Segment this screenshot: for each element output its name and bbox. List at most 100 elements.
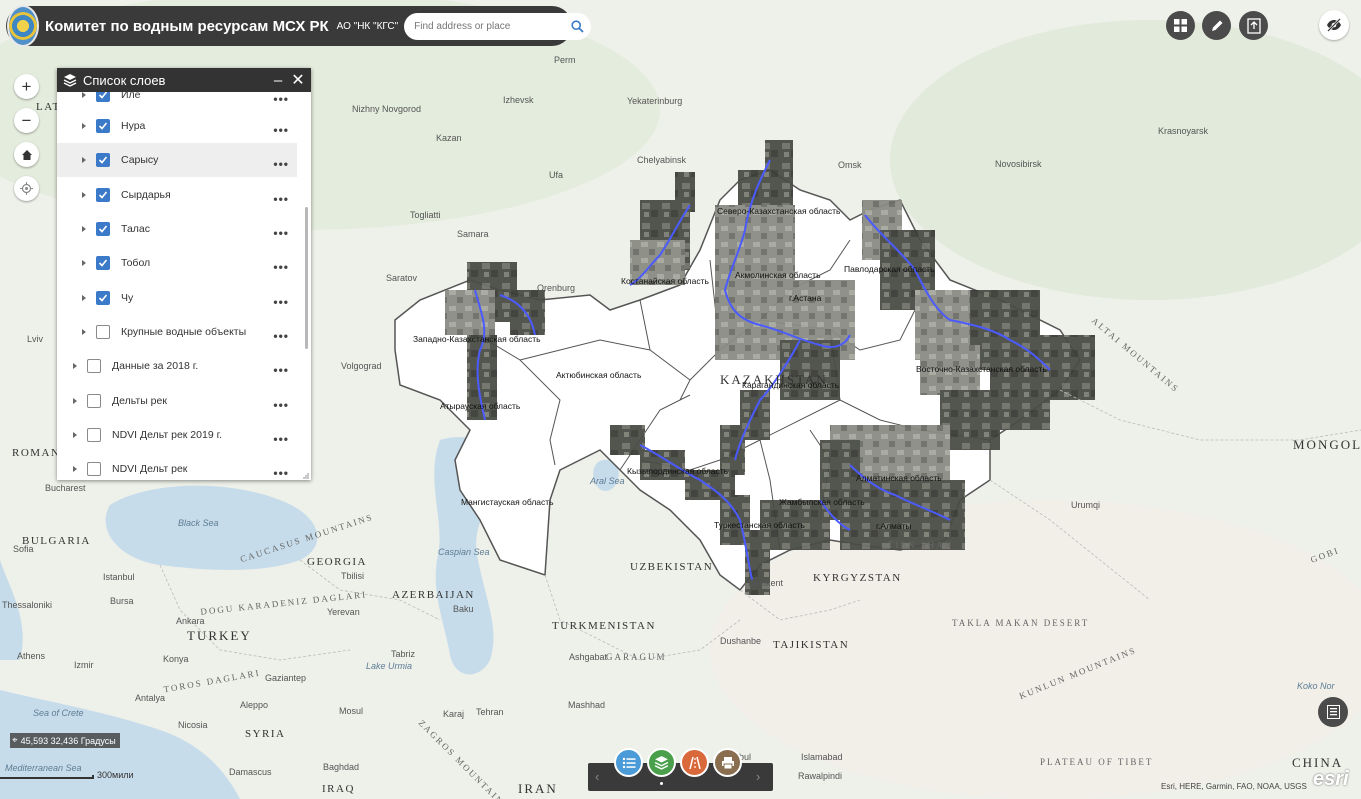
home-button[interactable] [14, 142, 39, 167]
map-label-tehran: Tehran [476, 707, 504, 717]
share-icon [1246, 17, 1261, 34]
minimize-button[interactable]: – [269, 72, 287, 89]
expand-caret-icon[interactable] [82, 295, 86, 301]
map-label-bursa: Bursa [110, 596, 134, 606]
legend-icon [1326, 705, 1340, 719]
layers-tool-button[interactable] [647, 748, 676, 777]
region-label-mangystau: Мангистауская область [461, 497, 554, 507]
expand-caret-icon[interactable] [82, 192, 86, 198]
expand-caret-icon[interactable] [82, 92, 86, 98]
expand-caret-icon[interactable] [82, 157, 86, 163]
layer-list[interactable]: Иле ••• Нура ••• Сарысу ••• Сырдарья ••• Талас ••… [57, 92, 311, 480]
layer-checkbox[interactable] [87, 462, 101, 476]
layer-checkbox[interactable] [96, 153, 110, 167]
draw-button[interactable] [1202, 11, 1231, 40]
layer-options-button[interactable]: ••• [273, 226, 289, 240]
layer-row[interactable]: Чу ••• [57, 281, 297, 315]
visibility-toggle-button[interactable] [1319, 10, 1349, 40]
toolbar-next-button[interactable]: › [756, 769, 760, 784]
print-tool-button[interactable] [713, 748, 742, 777]
map-label-baku: Baku [453, 604, 474, 614]
search-button[interactable] [564, 13, 591, 40]
map-label-saratov: Saratov [386, 273, 418, 283]
layer-options-button[interactable]: ••• [273, 329, 289, 343]
expand-caret-icon[interactable] [73, 398, 77, 404]
region-label-west-kz: Западно-Казахстанская область [413, 334, 541, 344]
coordinate-readout[interactable]: ⌖ 45,593 32,436 Градусы [10, 733, 120, 748]
zoom-out-button[interactable]: − [14, 108, 39, 133]
layer-checkbox[interactable] [96, 92, 110, 102]
map-attribution: Esri, HERE, Garmin, FAO, NOAA, USGS [1161, 782, 1307, 791]
zoom-in-button[interactable]: + [14, 74, 39, 99]
layer-options-button[interactable]: ••• [273, 295, 289, 309]
map-label-tien-shan: TIEN SHAN [888, 540, 954, 550]
layer-checkbox[interactable] [87, 359, 101, 373]
layer-checkbox[interactable] [87, 428, 101, 442]
layer-row[interactable]: Нура ••• [57, 109, 297, 143]
layer-checkbox[interactable] [96, 291, 110, 305]
locate-button[interactable] [14, 176, 39, 201]
layer-row[interactable]: Крупные водные объекты ••• [57, 315, 297, 349]
expand-caret-icon[interactable] [73, 466, 77, 472]
region-label-akmola: Акмолинская область [735, 270, 821, 280]
expand-caret-icon[interactable] [73, 432, 77, 438]
layer-row[interactable]: NDVI Дельт рек ••• [57, 452, 297, 480]
layer-panel-header[interactable]: Список слоев – ✕ [57, 68, 311, 92]
layer-checkbox[interactable] [96, 325, 110, 339]
layer-label: Чу [121, 292, 134, 304]
layer-row[interactable]: Тобол ••• [57, 246, 297, 280]
search-input[interactable] [414, 20, 565, 32]
layer-checkbox[interactable] [96, 222, 110, 236]
layer-options-button[interactable]: ••• [273, 466, 289, 480]
layer-options-button[interactable]: ••• [273, 92, 289, 106]
layer-row[interactable]: Данные за 2018 г. ••• [57, 349, 297, 383]
share-button[interactable] [1239, 11, 1268, 40]
layer-options-button[interactable]: ••• [273, 157, 289, 171]
list-tool-button[interactable] [614, 748, 643, 777]
close-button[interactable]: ✕ [287, 70, 309, 90]
apps-button[interactable] [1166, 11, 1195, 40]
layer-checkbox[interactable] [96, 188, 110, 202]
layer-options-button[interactable]: ••• [273, 123, 289, 137]
layer-checkbox[interactable] [96, 119, 110, 133]
map-label-takla-makan: TAKLA MAKAN DESERT [952, 618, 1090, 628]
expand-caret-icon[interactable] [82, 260, 86, 266]
layer-panel-title: Список слоев [83, 72, 166, 88]
layer-options-button[interactable]: ••• [273, 192, 289, 206]
layer-options-button[interactable]: ••• [273, 398, 289, 412]
layer-row[interactable]: NDVI Дельт рек 2019 г. ••• [57, 418, 297, 452]
layer-options-button[interactable]: ••• [273, 363, 289, 377]
coordinate-text: 45,593 32,436 Градусы [20, 735, 116, 746]
map-label-krasnoyarsk: Krasnoyarsk [1158, 126, 1209, 136]
emblem-icon [9, 12, 37, 40]
legend-button[interactable] [1318, 697, 1348, 727]
scale-bar [0, 775, 94, 779]
layer-row[interactable]: Сырдарья ••• [57, 178, 297, 212]
map-label-mediterranean: Mediterranean Sea [5, 763, 82, 773]
region-label-east-kz: Восточно-Казахстанская область [916, 364, 1047, 374]
scale-label: 300мили [97, 770, 134, 780]
expand-caret-icon[interactable] [82, 329, 86, 335]
layer-row[interactable]: Сарысу ••• [57, 143, 297, 177]
expand-caret-icon[interactable] [82, 226, 86, 232]
layer-checkbox[interactable] [96, 256, 110, 270]
layer-list-scrollbar[interactable] [305, 207, 308, 349]
layer-label: Талас [121, 223, 150, 235]
layer-label: Сарысу [121, 154, 159, 166]
map-label-ufa: Ufa [549, 170, 564, 180]
layer-row[interactable]: Талас ••• [57, 212, 297, 246]
region-label-aktobe: Актюбинская область [556, 370, 642, 380]
layer-checkbox[interactable] [87, 394, 101, 408]
region-label-almaty-obl: Алматинская область [856, 473, 942, 483]
toolbar-prev-button[interactable]: ‹ [595, 769, 599, 784]
layer-options-button[interactable]: ••• [273, 260, 289, 274]
grid-icon [1174, 19, 1187, 32]
layer-options-button[interactable]: ••• [273, 432, 289, 446]
map-label-thessaloniki: Thessaloniki [2, 600, 53, 610]
basemap-tool-button[interactable] [680, 748, 709, 777]
expand-caret-icon[interactable] [73, 363, 77, 369]
layer-row[interactable]: Дельты рек ••• [57, 384, 297, 418]
resize-handle-icon[interactable] [303, 473, 309, 479]
region-label-karaganda: Карагандинская область [742, 380, 840, 390]
expand-caret-icon[interactable] [82, 123, 86, 129]
